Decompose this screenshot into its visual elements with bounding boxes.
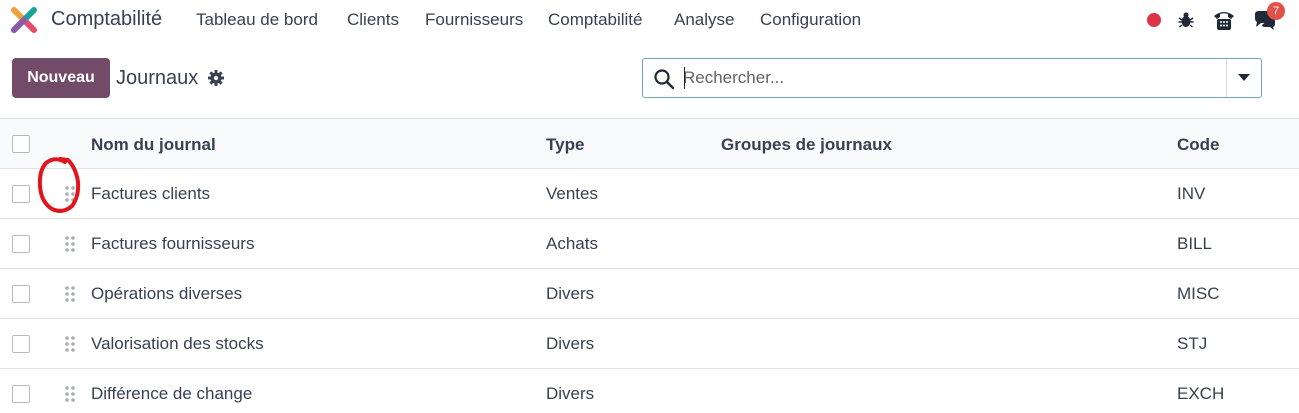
cell-type: Divers [546,334,595,353]
search-options-toggle[interactable] [1227,59,1261,97]
table-row[interactable]: Différence de change Divers EXCH [0,369,1299,413]
drag-handle-icon[interactable] [64,235,76,253]
cell-name: Factures clients [91,184,211,203]
cell-code: MISC [1177,284,1220,303]
debug-button[interactable] [1172,6,1200,34]
search-input[interactable] [683,63,1223,93]
phone-icon [1214,12,1234,30]
cell-name: Valorisation des stocks [91,334,264,353]
column-header-type[interactable]: Type [546,135,584,155]
drag-handle-icon[interactable] [64,285,76,303]
red-status-dot-icon [1147,13,1161,27]
messages-badge: 7 [1267,2,1285,20]
new-button[interactable]: Nouveau [12,58,110,98]
systray: 7 [1140,2,1290,34]
menu-item-configuration[interactable]: Configuration [760,10,861,30]
text-cursor [684,67,685,89]
cell-type: Divers [546,284,595,303]
drag-handle-icon[interactable] [64,385,76,403]
app-name[interactable]: Comptabilité [51,8,162,31]
cell-type: Ventes [546,184,598,203]
voip-button[interactable] [1210,6,1238,34]
column-header-code[interactable]: Code [1177,135,1220,155]
magnifier-icon[interactable] [653,68,675,90]
table-row[interactable]: Factures clients Ventes INV [0,169,1299,219]
table-row[interactable]: Valorisation des stocks Divers STJ [0,319,1299,369]
page-title[interactable]: Journaux [116,67,198,90]
bug-icon [1178,12,1194,28]
row-checkbox[interactable] [12,235,30,253]
cell-name: Opérations diverses [91,284,243,303]
app-logo-icon[interactable] [10,6,38,34]
messaging-button[interactable]: 7 [1250,2,1285,34]
caret-down-icon [1238,74,1250,81]
column-header-name[interactable]: Nom du journal [91,135,216,155]
cell-code: STJ [1177,334,1208,353]
menu-item-analyse[interactable]: Analyse [674,10,734,30]
list-header: Nom du journal Type Groupes de journaux … [0,118,1299,169]
cell-name: Différence de change [91,384,253,403]
cell-type: Divers [546,384,595,403]
row-checkbox[interactable] [12,285,30,303]
cell-code: EXCH [1177,384,1225,403]
menu-item-clients[interactable]: Clients [347,10,399,30]
table-row[interactable]: Factures fournisseurs Achats BILL [0,219,1299,269]
column-header-groups[interactable]: Groupes de journaux [721,135,892,155]
drag-handle-icon[interactable] [64,185,76,203]
search-bar [642,58,1262,98]
drag-handle-icon[interactable] [64,335,76,353]
select-all-checkbox[interactable] [12,135,30,153]
status-indicator[interactable] [1140,6,1168,34]
table-row[interactable]: Opérations diverses Divers MISC [0,269,1299,319]
top-navbar: Comptabilité Tableau de bord Clients Fou… [0,0,1299,40]
row-checkbox[interactable] [12,335,30,353]
row-checkbox[interactable] [12,185,30,203]
gear-icon[interactable] [207,69,225,87]
cell-code: INV [1177,184,1206,203]
cell-code: BILL [1177,234,1212,253]
menu-item-comptabilite[interactable]: Comptabilité [548,10,643,30]
menu-item-fournisseurs[interactable]: Fournisseurs [425,10,523,30]
cell-name: Factures fournisseurs [91,234,255,253]
row-checkbox[interactable] [12,385,30,403]
cell-type: Achats [546,234,598,253]
menu-item-tableau-de-bord[interactable]: Tableau de bord [196,10,318,30]
